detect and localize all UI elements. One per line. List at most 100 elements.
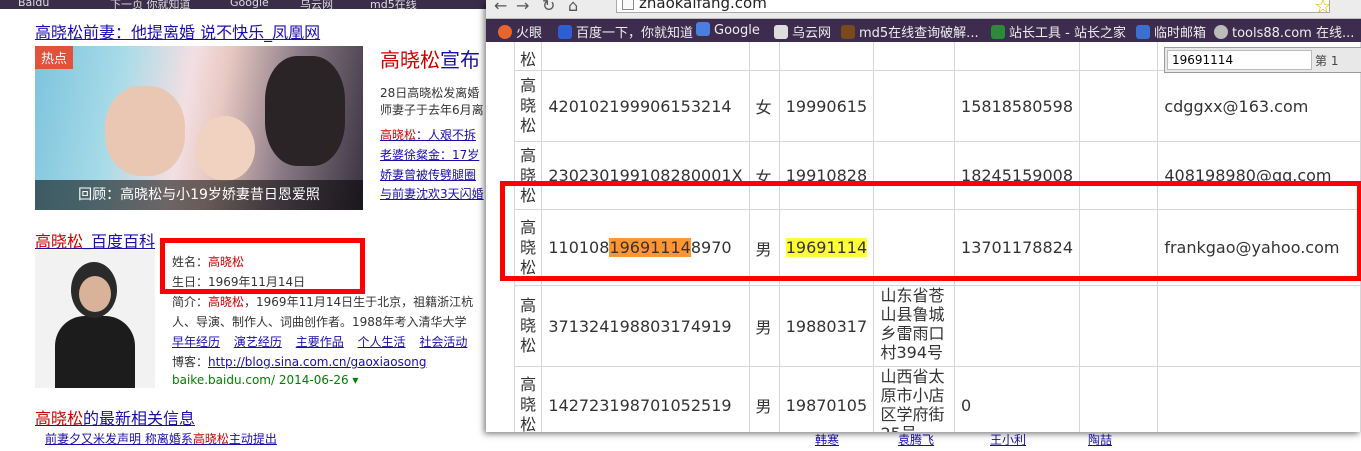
- table-row: 高晓松 142723198701052519 男 19870105 山西省太原市…: [513, 366, 1361, 432]
- name-cell: 高晓松: [513, 70, 543, 142]
- bookmark-item[interactable]: 站长工具 - 站长之家: [991, 22, 1126, 41]
- bookmark-label: 临时邮箱: [1154, 26, 1207, 41]
- headline-highlight: 高晓松: [380, 48, 440, 72]
- bookmark-item[interactable]: tools88.com 在线...: [1214, 22, 1354, 41]
- portrait-image[interactable]: [35, 250, 155, 388]
- result1-snippet-line: 师妻子于去年6月离: [380, 103, 484, 117]
- title-rest: 的最新相关信息: [83, 409, 196, 428]
- address-cell: 山东省苍山县鲁城乡雷雨口村394号: [873, 285, 956, 367]
- section-link[interactable]: 早年经历: [172, 335, 220, 349]
- bookmark-star-icon[interactable]: ☆: [1314, 0, 1332, 18]
- result-source-url[interactable]: baike.baidu.com/ 2014-06-26 ▾: [172, 373, 358, 387]
- intro-line: 人、导演、制作人、词曲创作者。1988年考入清华大学: [172, 315, 467, 329]
- section-link[interactable]: 社会活动: [419, 335, 467, 349]
- baike-section-links: 早年经历 演艺经历 主要作品 个人生活 社会活动: [172, 333, 477, 350]
- bookmark-item[interactable]: 百度一下，你就知道: [558, 22, 693, 41]
- blog-line: 博客：http://blog.sina.com.cn/gaoxiaosong: [172, 353, 426, 370]
- email-cell: cdggxx@163.com: [1157, 70, 1361, 142]
- address-cell: 山西省太原市小店区学府街25号: [873, 366, 956, 432]
- bookmark-favicon-icon: [696, 22, 710, 36]
- url-text: zhaokaifang.com: [639, 0, 767, 12]
- bookmark-item[interactable]: md5在线查询破解...: [841, 22, 979, 41]
- reload-icon[interactable]: ↻: [542, 0, 555, 15]
- result3-title-link[interactable]: 高晓松的最新相关信息: [35, 405, 195, 429]
- photo-figure: [265, 56, 345, 166]
- sex-cell: 男: [748, 366, 780, 432]
- bookmark-favicon-icon: [991, 25, 1005, 39]
- intro-line: 简介：高晓松，1969年11月14日生于北京，祖籍浙江杭: [172, 293, 473, 310]
- page-content: 松 高晓松 420102199906153214 女 19990615 1581…: [486, 42, 1361, 432]
- blog-link[interactable]: http://blog.sina.com.cn/gaoxiaosong: [208, 355, 426, 369]
- browser-toolbar: ← → ↻ ⌂ zhaokaifang.com ☆: [486, 0, 1361, 19]
- phone-cell: 15818580598: [954, 70, 1080, 142]
- result2-title-link[interactable]: 高晓松_百度百科: [35, 228, 155, 252]
- email-cell: [1157, 285, 1361, 367]
- phone-cell: [954, 42, 1080, 71]
- related-link[interactable]: 韩寒: [815, 431, 839, 448]
- forward-icon[interactable]: →: [516, 0, 529, 15]
- bookmark-label: tools88.com 在线...: [1232, 26, 1355, 41]
- result1-news-link[interactable]: 高晓松：人艰不拆: [380, 126, 476, 143]
- back-icon[interactable]: ←: [494, 0, 507, 15]
- date-cell: 19870105: [778, 366, 875, 432]
- table-row: 高晓松 371324198803174919 男 19880317 山东省苍山县…: [513, 285, 1361, 367]
- headline-rest: 宣布: [440, 48, 480, 72]
- browser-window: ← → ↻ ⌂ zhaokaifang.com ☆ 火眼 百度一下，你就知道 G…: [486, 0, 1361, 432]
- result1-title-link[interactable]: 高晓松前妻：他提离婚 说不快乐_凤凰网: [35, 19, 320, 43]
- image-caption[interactable]: 回顾：高晓松与小19岁娇妻昔日恩爱照: [35, 180, 363, 210]
- link-post: 主动提出: [228, 432, 277, 446]
- phone-cell: [954, 285, 1080, 367]
- result1-snippet-line: 28日高晓松发离婚: [380, 86, 480, 100]
- result1-news-link[interactable]: 与前妻沈欢3天闪婚: [380, 185, 484, 202]
- intro-text: ，1969年11月14日生于北京，祖籍浙江杭: [244, 295, 474, 309]
- bookmark-label: Google: [714, 23, 760, 38]
- background-browser-strip: Baidu 下一页 你就知道 Google 乌云网 md5在线: [0, 0, 490, 9]
- section-link[interactable]: 个人生活: [358, 335, 406, 349]
- table-row: 高晓松 420102199906153214 女 19990615 158185…: [513, 70, 1361, 142]
- bookmark-label: md5在线查询破解...: [859, 26, 979, 41]
- id-cell: [541, 42, 750, 71]
- bookmarks-bar: 火眼 百度一下，你就知道 Google 乌云网 md5在线查询破解... 站长工…: [486, 19, 1361, 42]
- strip-item: Baidu: [18, 0, 50, 9]
- name-cell: 松: [513, 42, 543, 71]
- strip-item: 下一页 你就知道: [110, 0, 191, 9]
- bookmark-item[interactable]: 临时邮箱: [1136, 22, 1206, 41]
- intro-name: 高晓松: [208, 295, 245, 309]
- address-cell: [873, 42, 956, 71]
- bookmark-item[interactable]: Google: [696, 22, 760, 38]
- section-link[interactable]: 演艺经历: [234, 335, 282, 349]
- result3-news-link[interactable]: 前妻夕又米发声明 称离婚系高晓松主动提出: [45, 430, 277, 447]
- hot-badge: 热点: [35, 46, 74, 69]
- id-cell: 142723198701052519: [541, 366, 750, 432]
- home-icon[interactable]: ⌂: [568, 0, 578, 15]
- photo-figure: [195, 116, 255, 181]
- bookmark-favicon-icon: [1214, 25, 1228, 39]
- empty-cell: [1078, 285, 1159, 367]
- title-rest: _百度百科: [83, 232, 156, 251]
- annotation-highlight-box: [160, 238, 365, 294]
- bookmark-label: 乌云网: [792, 26, 832, 41]
- sex-cell: [748, 42, 780, 71]
- related-link[interactable]: 袁腾飞: [898, 431, 934, 448]
- related-link[interactable]: 陶喆: [1088, 431, 1112, 448]
- address-bar[interactable]: zhaokaifang.com: [616, 0, 1330, 13]
- find-match-count: 第 1: [1315, 54, 1339, 68]
- link-highlight: 高晓松: [192, 432, 229, 446]
- date-cell: [778, 42, 875, 71]
- link-highlight: 高晓松: [380, 128, 417, 142]
- find-input[interactable]: [1167, 50, 1312, 70]
- empty-cell: [1078, 70, 1159, 142]
- result1-headline[interactable]: 高晓松宣布: [380, 44, 480, 73]
- id-cell: 420102199906153214: [541, 70, 750, 142]
- result1-news-image[interactable]: 热点 回顾：高晓松与小19岁娇妻昔日恩爱照: [35, 46, 363, 210]
- id-cell: 371324198803174919: [541, 285, 750, 367]
- section-link[interactable]: 主要作品: [296, 335, 344, 349]
- result1-news-link[interactable]: 娇妻曾被传劈腿圈: [380, 166, 476, 183]
- email-cell: [1157, 366, 1361, 432]
- bookmark-item[interactable]: 火眼: [498, 22, 542, 41]
- page-icon: [622, 0, 634, 10]
- result1-news-link[interactable]: 老婆徐粲金：17岁: [380, 146, 479, 163]
- link-rest: ：人艰不拆: [416, 128, 477, 142]
- bookmark-item[interactable]: 乌云网: [774, 22, 831, 41]
- related-link[interactable]: 王小利: [990, 431, 1026, 448]
